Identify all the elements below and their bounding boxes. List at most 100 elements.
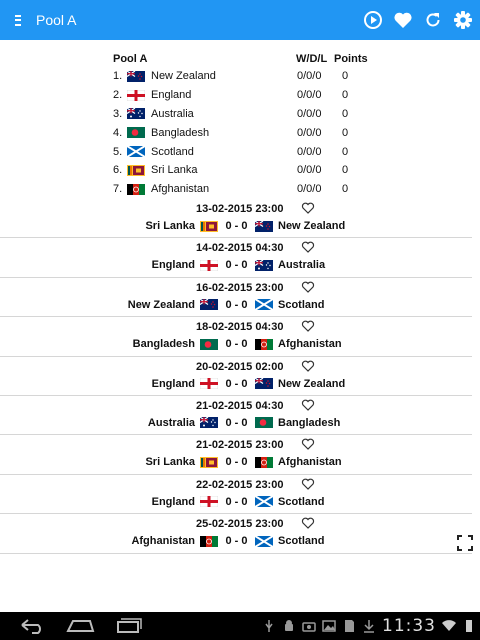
match-date: 20-02-2015 02:00 [196,360,284,373]
points-value: 0 [342,107,349,120]
away-team: Afghanistan [278,338,342,351]
refresh-icon [426,13,440,27]
match-item[interactable]: 25-02-2015 23:00 Afghanistan 0 - 0 Scotland [0,514,472,554]
match-line: England 0 - 0 New Zealand [0,378,410,390]
home-team: Bangladesh [132,338,195,351]
flag-nz-icon [127,70,145,82]
points-value: 0 [342,126,349,139]
match-line: Australia 0 - 0 Bangladesh [0,417,410,429]
recent-apps-icon[interactable] [112,616,144,636]
flag-sco-icon [255,535,273,547]
rank: 5. [113,145,123,158]
flag-sl-icon [200,456,218,468]
rank: 7. [113,183,123,196]
team-name: Bangladesh [151,126,210,139]
image-icon [322,620,336,632]
fullscreen-button[interactable] [457,535,473,551]
away-team: New Zealand [278,377,346,390]
favorite-outline-icon[interactable] [301,359,315,373]
points-value: 0 [342,89,349,102]
match-item[interactable]: 14-02-2015 04:30 England 0 - 0 Australia [0,238,472,278]
match-date: 21-02-2015 23:00 [196,439,284,452]
favorite-outline-icon[interactable] [301,240,315,254]
match-item[interactable]: 20-02-2015 02:00 England 0 - 0 New Zealand [0,357,472,396]
match-date: 16-02-2015 23:00 [196,281,284,294]
match-item[interactable]: 16-02-2015 23:00 New Zealand 0 - 0 Scotland [0,278,472,318]
away-team: Scotland [278,535,325,548]
away-team: New Zealand [278,220,346,232]
flag-ban-icon [200,338,218,350]
flag-afg-icon [127,183,145,195]
match-item[interactable]: 21-02-2015 04:30 Australia 0 - 0 Bangladesh [0,396,472,436]
favorite-outline-icon[interactable] [301,516,315,530]
standings-row: 4. Bangladesh 0/0/0 0 [113,123,373,142]
flag-eng-icon [200,259,218,271]
heart-icon [394,12,412,28]
header-wdl: W/D/L [296,52,328,65]
rank: 1. [113,70,123,83]
gear-icon [454,11,472,29]
wdl-value: 0/0/0 [297,183,322,196]
flag-sco-icon [255,299,273,311]
android-icon [285,620,293,631]
points-value: 0 [342,145,349,158]
match-line: Sri Lanka 0 - 0 Afghanistan [0,456,410,468]
flag-aus-icon [127,108,145,120]
rank: 4. [113,126,123,139]
home-team: England [151,495,195,508]
match-line: England 0 - 0 Australia [0,259,410,271]
match-score: 0 - 0 [225,535,248,548]
rank: 2. [113,89,123,102]
flag-nz-icon [200,299,218,311]
match-item[interactable]: 13-02-2015 23:00 Sri Lanka 0 - 0 New Zealan… [0,199,472,239]
match-score: 0 - 0 [225,416,248,429]
back-icon[interactable] [16,616,48,636]
flag-sco-icon [127,146,145,158]
away-team: Australia [278,259,326,272]
favorite-outline-icon[interactable] [301,201,315,215]
play-circle-icon [364,11,382,29]
favorite-outline-icon[interactable] [301,280,315,294]
flag-ban-icon [127,127,145,139]
menu-button[interactable] [0,0,36,40]
home-team: Sri Lanka [145,456,195,469]
match-line: New Zealand 0 - 0 Scotland [0,299,410,311]
home-team: Sri Lanka [145,220,195,232]
page-title: Pool A [36,12,77,28]
toolbar: Pool A [0,0,480,40]
standings-table: Pool A W/D/L Points 1. New Zealand 0/0/0 0 2… [113,50,373,199]
home-icon[interactable] [64,616,96,636]
standings-row: 6. Sri Lanka 0/0/0 0 [113,161,373,180]
wifi-icon [442,620,456,631]
home-team: Afghanistan [131,535,195,548]
favorite-outline-icon[interactable] [301,477,315,491]
match-score: 0 - 0 [225,377,248,390]
status-area: 11:33 [262,612,476,640]
flag-ban-icon [255,417,273,429]
team-name: New Zealand [151,70,216,83]
rank: 6. [113,164,123,177]
favorite-button[interactable] [392,9,414,31]
away-team: Scotland [278,298,325,311]
favorite-outline-icon[interactable] [301,398,315,412]
play-button[interactable] [362,9,384,31]
match-score: 0 - 0 [225,338,248,351]
settings-button[interactable] [452,9,474,31]
points-value: 0 [342,164,349,177]
refresh-button[interactable] [422,9,444,31]
match-line: Bangladesh 0 - 0 Afghanistan [0,338,410,350]
favorite-outline-icon[interactable] [301,437,315,451]
match-date: 25-02-2015 23:00 [196,518,284,531]
match-item[interactable]: 21-02-2015 23:00 Sri Lanka 0 - 0 Afghanista… [0,435,472,475]
match-item[interactable]: 22-02-2015 23:00 England 0 - 0 Scotland [0,475,472,515]
points-value: 0 [342,70,349,83]
match-date: 18-02-2015 04:30 [196,321,284,334]
wdl-value: 0/0/0 [297,70,322,83]
wdl-value: 0/0/0 [297,126,322,139]
favorite-outline-icon[interactable] [301,319,315,333]
team-name: Australia [151,107,194,120]
match-item[interactable]: 18-02-2015 04:30 Bangladesh 0 - 0 Afghanist… [0,317,472,357]
wdl-value: 0/0/0 [297,89,322,102]
flag-eng-icon [127,89,145,101]
flag-afg-icon [255,456,273,468]
